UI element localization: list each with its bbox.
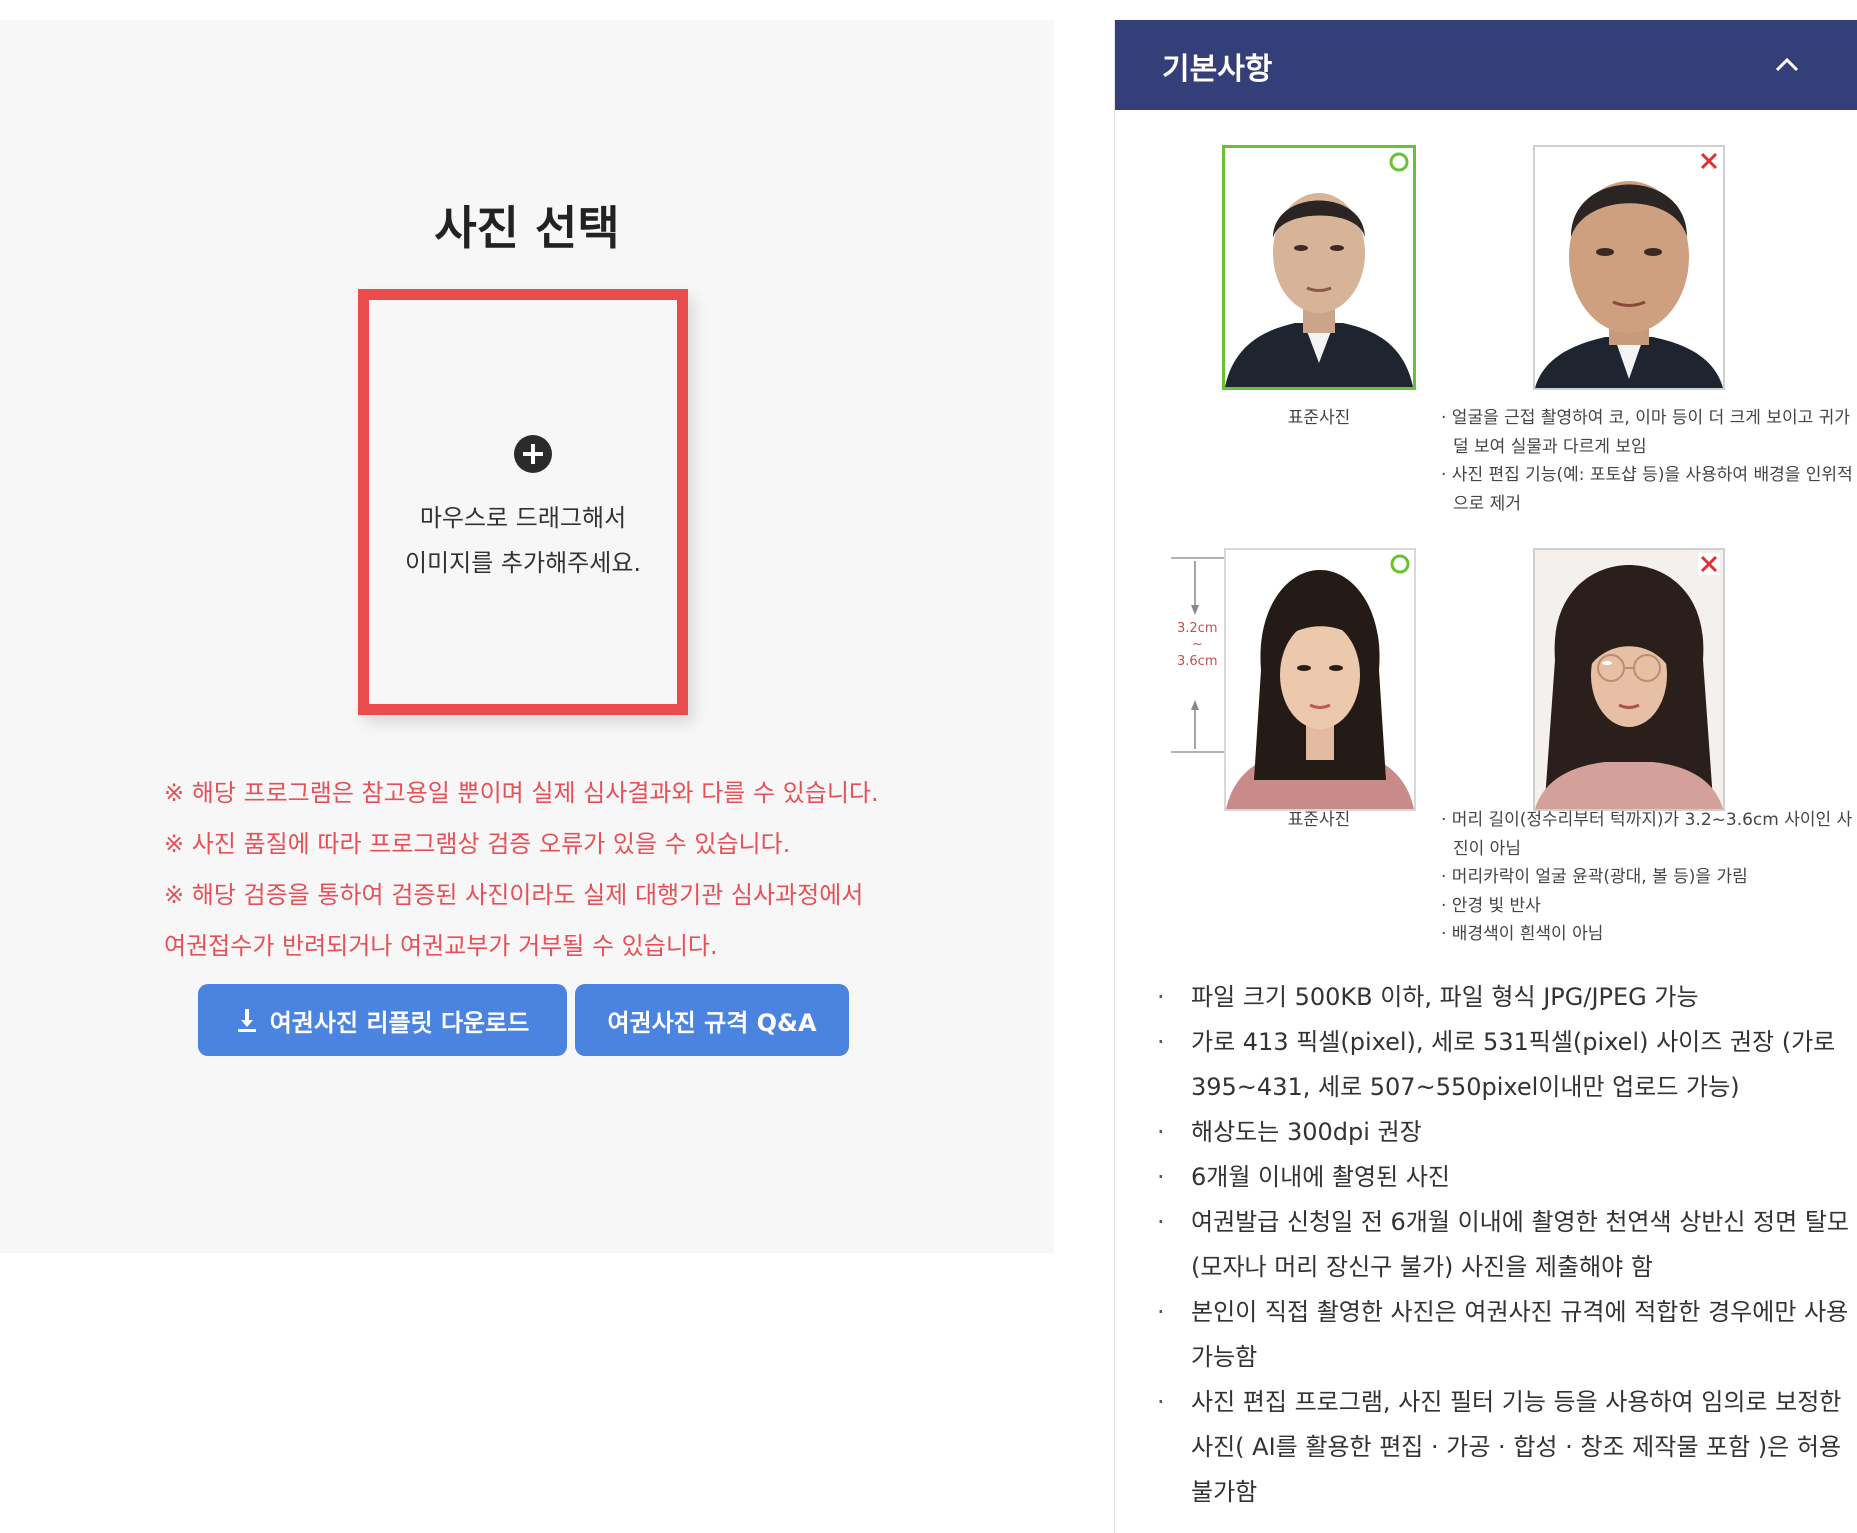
download-icon	[236, 1007, 258, 1033]
standard-photo-man	[1222, 145, 1416, 390]
panel-title: 기본사항	[1162, 52, 1273, 87]
note-item: · 배경색이 흰색이 아님	[1441, 924, 1604, 944]
incorrect-photo-man	[1533, 145, 1725, 390]
approved-circle-icon	[1389, 553, 1411, 575]
requirement-item: 여권발급 신청일 전 6개월 이내에 촬영한 천연색 상반신 정면 탈모 (모자…	[1151, 1200, 1851, 1290]
requirement-item: 6개월 이내에 촬영된 사진	[1151, 1155, 1851, 1200]
requirement-item: 파일 크기 500KB 이하, 파일 형식 JPG/JPEG 가능	[1151, 975, 1851, 1020]
incorrect-photo-notes: · 머리 길이(정수리부터 턱까지)가 3.2~3.6cm 사이인 사진이 아님…	[1441, 806, 1857, 949]
note-item: · 사진 편집 기능(예: 포토샵 등)을 사용하여 배경을 인위적으로 제거	[1441, 465, 1853, 514]
requirement-item: 본인이 직접 촬영한 사진은 여권사진 규격에 적합한 경우에만 사용 가능함	[1151, 1290, 1851, 1380]
requirement-item: 가로 413 픽셀(pixel), 세로 531픽셀(pixel) 사이즈 권장…	[1151, 1020, 1851, 1110]
drop-text-line-1: 마우스로 드래그해서	[419, 504, 627, 532]
upload-panel: 사진 선택 마우스로 드래그해서 이미지를 추가해주세요. ※ 해당 프로그램은…	[0, 20, 1054, 1253]
qa-label: 여권사진 규격 Q&A	[607, 1008, 817, 1037]
drop-text-line-2: 이미지를 추가해주세요.	[404, 549, 642, 577]
standard-photo-caption: 표준사진	[1287, 810, 1351, 830]
notice-line: 여권접수가 반려되거나 여권교부가 거부될 수 있습니다.	[164, 932, 718, 960]
note-item: · 얼굴을 근접 촬영하여 코, 이마 등이 더 크게 보이고 귀가 덜 보여 …	[1441, 408, 1850, 457]
download-leaflet-label: 여권사진 리플릿 다운로드	[269, 1008, 530, 1037]
notice-line: ※ 해당 검증을 통하여 검증된 사진이라도 실제 대행기관 심사과정에서	[164, 881, 864, 909]
rejected-x-icon	[1698, 553, 1720, 575]
passport-photo-qa-button[interactable]: 여권사진 규격 Q&A	[575, 984, 849, 1056]
chevron-up-icon[interactable]	[1772, 50, 1802, 80]
incorrect-photo-notes: · 얼굴을 근접 촬영하여 코, 이마 등이 더 크게 보이고 귀가 덜 보여 …	[1441, 404, 1857, 518]
notice-line: ※ 사진 품질에 따라 프로그램상 검증 오류가 있을 수 있습니다.	[164, 830, 791, 858]
requirement-item: 사진 편집 프로그램, 사진 필터 기능 등을 사용하여 임의로 보정한 사진(…	[1151, 1380, 1851, 1515]
photo-requirements-list: 파일 크기 500KB 이하, 파일 형식 JPG/JPEG 가능 가로 413…	[1151, 975, 1851, 1515]
drop-instructions: 마우스로 드래그해서 이미지를 추가해주세요.	[369, 496, 677, 586]
requirement-item: 해상도는 300dpi 권장	[1151, 1110, 1851, 1155]
page-title: 사진 선택	[434, 201, 620, 255]
notice-line: ※ 해당 프로그램은 참고용일 뿐이며 실제 심사결과와 다를 수 있습니다.	[164, 779, 879, 807]
approved-circle-icon	[1388, 151, 1410, 173]
standard-photo-woman	[1224, 548, 1416, 811]
note-item: · 머리 길이(정수리부터 턱까지)가 3.2~3.6cm 사이인 사진이 아님	[1441, 810, 1853, 859]
disclaimer-notices: ※ 해당 프로그램은 참고용일 뿐이며 실제 심사결과와 다를 수 있습니다. …	[164, 768, 1024, 972]
standard-photo-caption: 표준사진	[1287, 408, 1351, 428]
photo-drop-zone[interactable]: 마우스로 드래그해서 이미지를 추가해주세요.	[358, 289, 688, 715]
plus-circle-icon	[514, 435, 552, 473]
download-leaflet-button[interactable]: 여권사진 리플릿 다운로드	[198, 984, 567, 1056]
basic-requirements-panel: 기본사항 표준사진 · 얼굴을 근접 촬영하여 코, 이마 등이 더 크게 보이…	[1114, 20, 1857, 1533]
note-item: · 머리카락이 얼굴 윤곽(광대, 볼 등)을 가림	[1441, 867, 1748, 887]
measure-bottom-label: 3.6cm	[1177, 654, 1218, 669]
incorrect-photo-woman	[1533, 548, 1725, 811]
rejected-x-icon	[1698, 150, 1720, 172]
accordion-header[interactable]: 기본사항	[1115, 20, 1857, 110]
note-item: · 안경 빛 반사	[1441, 895, 1541, 916]
measure-mid-label: ~	[1192, 637, 1203, 652]
measure-top-label: 3.2cm	[1177, 621, 1218, 636]
